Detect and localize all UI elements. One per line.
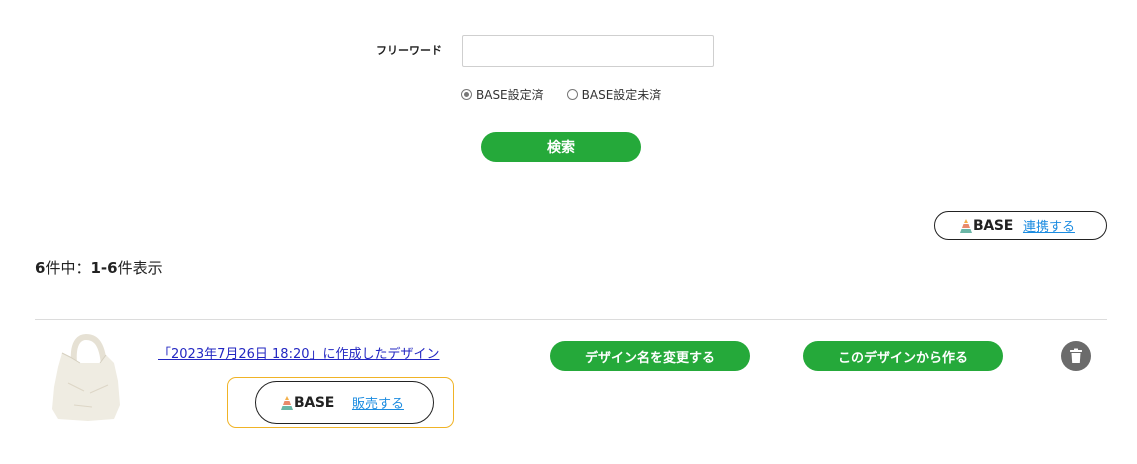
base-logo: BASE — [959, 218, 1013, 234]
design-title-link[interactable]: 「2023年7月26日 18:20」に作成したデザイン — [158, 343, 440, 362]
base-connect-pill: BASE 連携する — [934, 211, 1107, 240]
create-from-design-button[interactable]: このデザインから作る — [803, 341, 1003, 371]
rename-design-button[interactable]: デザイン名を変更する — [550, 341, 750, 371]
radio-checked-icon[interactable] — [461, 89, 472, 100]
radio-unchecked-icon[interactable] — [566, 89, 578, 100]
radio-base-configured[interactable]: BASE設定済 — [461, 86, 544, 103]
result-total-suffix: 件中： — [45, 259, 91, 277]
radio-base-unconfigured[interactable]: BASE設定未済 — [566, 86, 662, 103]
base-sell-link[interactable]: 販売する — [352, 393, 404, 412]
divider — [35, 319, 1107, 320]
base-status-radio-group: BASE設定済 BASE設定未済 — [461, 86, 684, 103]
trash-icon — [1070, 348, 1082, 363]
result-total: 6 — [35, 259, 46, 277]
base-sell-pill: BASE 販売する — [255, 381, 434, 424]
freeword-input[interactable] — [462, 35, 714, 67]
base-logo: BASE — [280, 395, 334, 411]
base-logo-icon — [960, 218, 972, 233]
result-range: 1-6 — [90, 259, 118, 277]
freeword-label: フリーワード — [376, 44, 442, 57]
base-logo-text: BASE — [294, 394, 334, 411]
tote-bag-image — [52, 333, 120, 421]
radio-label: BASE設定済 — [476, 88, 544, 102]
base-connect-link[interactable]: 連携する — [1023, 216, 1075, 235]
base-logo-icon — [281, 395, 293, 410]
result-count: 6件中：1-6件表示 — [35, 257, 163, 278]
radio-label: BASE設定未済 — [581, 88, 662, 102]
design-thumbnail — [44, 333, 128, 425]
delete-button[interactable] — [1061, 341, 1091, 371]
result-range-suffix: 件表示 — [117, 259, 163, 277]
base-logo-text: BASE — [973, 217, 1013, 234]
search-button[interactable]: 検索 — [481, 132, 641, 162]
